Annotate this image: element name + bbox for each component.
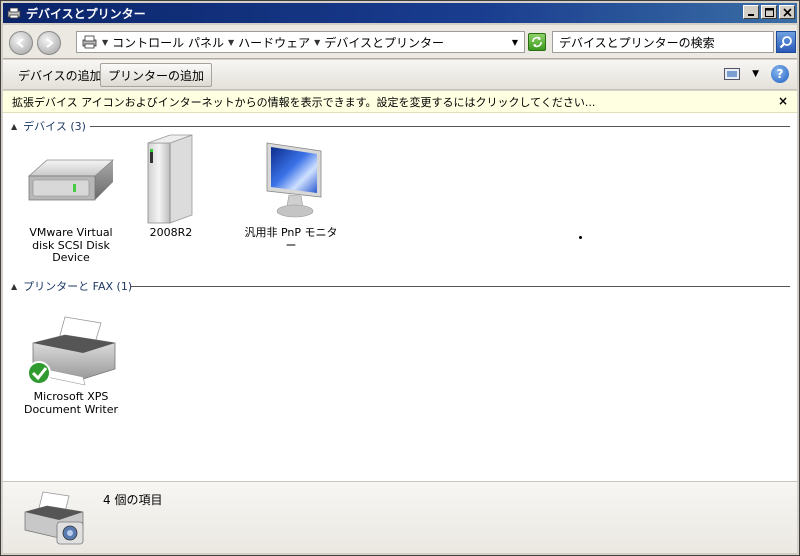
devices-printers-app-icon — [6, 5, 22, 21]
breadcrumb-hardware[interactable]: ハードウェア — [238, 34, 310, 51]
back-button[interactable] — [9, 31, 33, 55]
printer-name: Microsoft XPS Document Writer — [23, 390, 119, 416]
breadcrumb-arrow-icon[interactable]: ▼ — [228, 38, 234, 47]
add-device-button[interactable]: デバイスの追加 — [11, 63, 109, 87]
group-divider — [3, 118, 797, 134]
device-item[interactable]: VMware Virtual disk SCSI Disk Device — [23, 135, 119, 265]
device-item[interactable]: 汎用非 PnP モニター — [243, 135, 339, 252]
printer-item[interactable]: Microsoft XPS Document Writer — [23, 311, 119, 416]
computer-tower-icon — [123, 134, 219, 227]
close-button[interactable] — [779, 5, 795, 19]
info-bar-close-icon[interactable]: × — [778, 94, 788, 108]
group-divider — [3, 278, 797, 294]
info-bar-text[interactable]: 拡張デバイス アイコンおよびインターネットからの情報を表示できます。設定を変更す… — [12, 94, 595, 110]
hard-disk-icon — [23, 135, 119, 227]
add-printer-button[interactable]: プリンターの追加 — [100, 63, 213, 87]
device-name: 2008R2 — [149, 226, 193, 239]
minimize-button[interactable] — [743, 5, 759, 19]
cursor-dot — [579, 236, 582, 239]
monitor-icon — [243, 135, 339, 227]
view-dropdown-icon[interactable]: ▼ — [752, 69, 759, 79]
device-name: 汎用非 PnP モニター — [244, 226, 338, 252]
info-bar[interactable]: 拡張デバイス アイコンおよびインターネットからの情報を表示できます。設定を変更す… — [3, 91, 797, 113]
breadcrumb-arrow-icon[interactable]: ▼ — [314, 38, 320, 47]
item-count: 4 個の項目 — [103, 493, 163, 507]
help-icon[interactable]: ? — [771, 65, 789, 83]
title-bar[interactable]: デバイスとプリンター — [3, 3, 797, 23]
maximize-button[interactable] — [761, 5, 777, 19]
address-dropdown-icon[interactable]: ▼ — [512, 38, 518, 47]
search-input[interactable]: デバイスとプリンターの検索 — [552, 31, 774, 53]
window-title: デバイスとプリンター — [26, 6, 146, 21]
details-pane: 4 個の項目 — [3, 481, 797, 553]
search-button[interactable] — [776, 31, 796, 53]
address-bar[interactable]: ▼ コントロール パネル ▼ ハードウェア ▼ デバイスとプリンター ▼ — [76, 31, 525, 53]
printer-icon — [23, 311, 119, 391]
forward-button[interactable] — [37, 31, 61, 55]
window: デバイスとプリンター ▼ コントロール パネル ▼ ハードウェア ▼ デバイスと… — [0, 0, 800, 556]
items-view: ▲ デバイス (3) VMware Virtual disk SCSI Disk… — [3, 113, 797, 481]
device-item[interactable]: 2008R2 — [123, 134, 219, 240]
breadcrumb-arrow-icon[interactable]: ▼ — [102, 38, 108, 47]
view-options-icon[interactable] — [724, 68, 741, 80]
device-name: VMware Virtual disk SCSI Disk Device — [29, 226, 113, 264]
command-bar: デバイスの追加 プリンターの追加 ▼ ? — [3, 60, 797, 90]
navigation-bar: ▼ コントロール パネル ▼ ハードウェア ▼ デバイスとプリンター ▼ デバイ… — [3, 25, 797, 59]
breadcrumb-control-panel[interactable]: コントロール パネル — [112, 34, 224, 51]
control-panel-icon — [82, 35, 98, 49]
refresh-button[interactable] — [528, 33, 546, 51]
breadcrumb-devices-printers[interactable]: デバイスとプリンター — [324, 34, 444, 51]
devices-printers-large-icon — [23, 488, 84, 548]
